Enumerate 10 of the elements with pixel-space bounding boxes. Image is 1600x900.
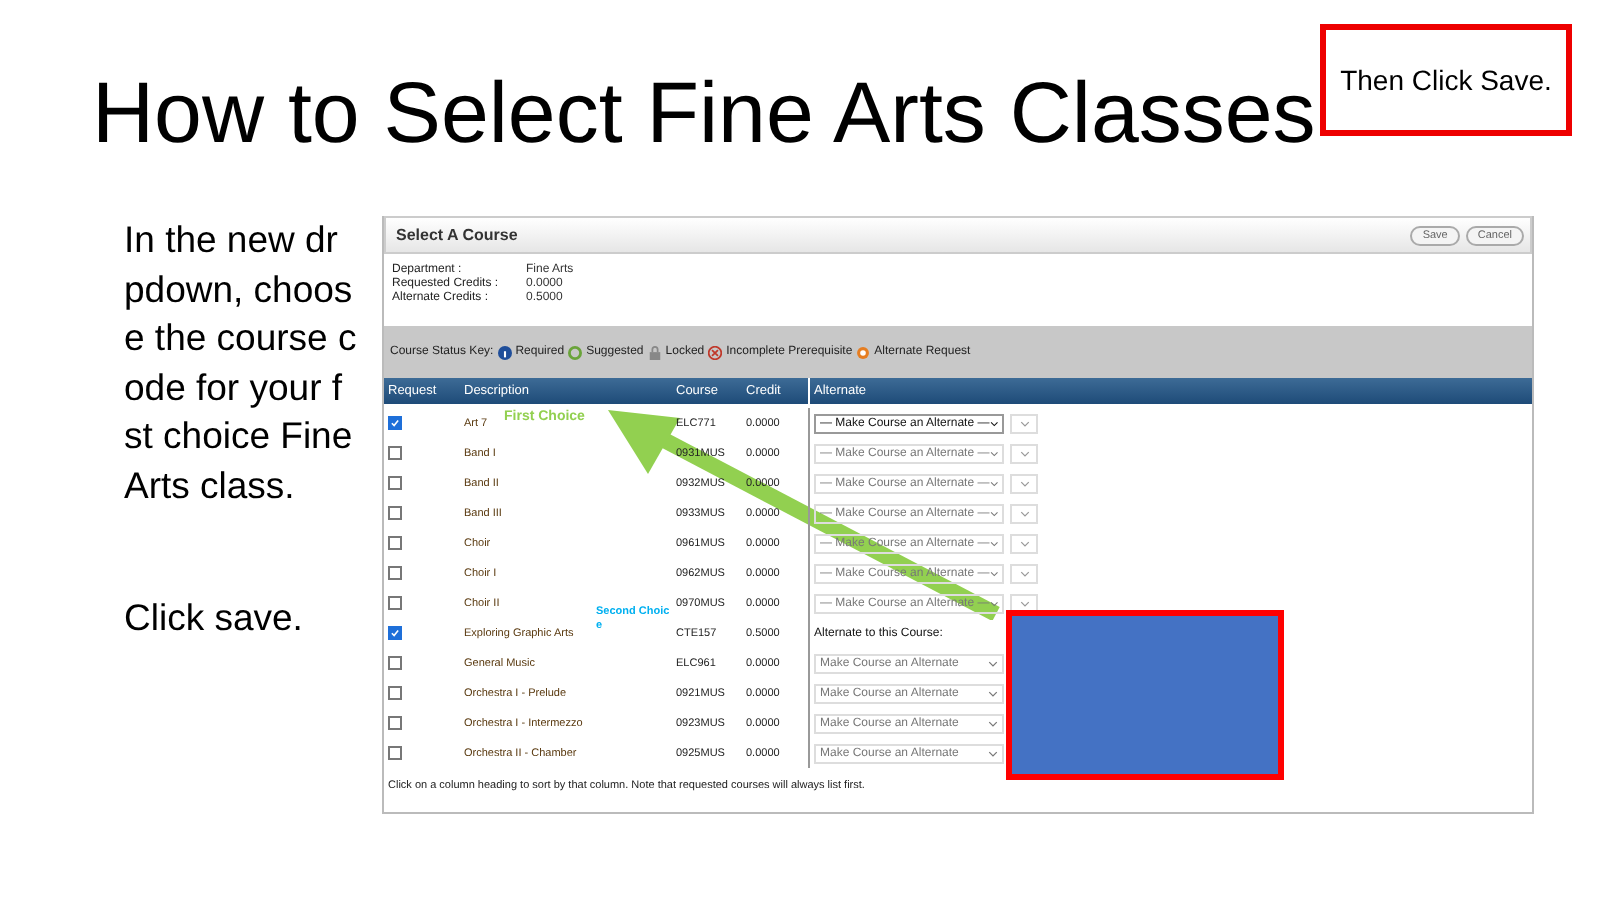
instruction-text: Arts class. [124, 461, 297, 510]
instruction-text: In the new dr [124, 216, 340, 264]
instruction-text: pdown, choos [124, 265, 355, 314]
callout-note: Then Click Save. [1320, 24, 1572, 136]
instruction-text: st choice Fine [124, 412, 355, 461]
slide-title: How to Select Fine Arts Classes [90, 64, 1316, 160]
instruction-text: Click save. [124, 593, 305, 642]
instruction-text: ode for your f [124, 363, 345, 412]
instruction-text: e the course c [124, 314, 359, 363]
dialog-title: Select A Course [396, 226, 518, 244]
